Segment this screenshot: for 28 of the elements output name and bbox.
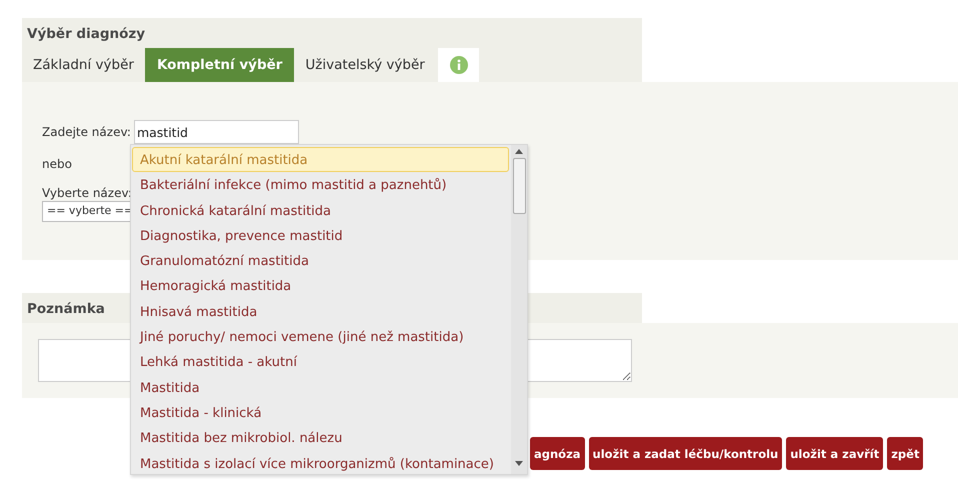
tab[interactable]: Základní výběr	[22, 48, 145, 82]
suggestion-item[interactable]: Mastitida - klinická	[132, 400, 509, 426]
tab[interactable]: Kompletní výběr	[144, 48, 294, 82]
suggestion-item[interactable]: Granulomatózní mastitida	[132, 248, 509, 274]
field-label: Zadejte název:	[42, 125, 131, 139]
suggestion-item[interactable]: Hnisavá mastitida	[132, 298, 509, 324]
scroll-down-icon[interactable]	[515, 461, 523, 466]
suggestion-item[interactable]: Lehká mastitida - akutní	[132, 349, 509, 375]
action-button[interactable]: uložit a zavřít	[786, 437, 884, 470]
scrollbar[interactable]	[511, 145, 527, 474]
panel-title: Výběr diagnózy	[22, 18, 642, 48]
suggestion-item[interactable]: Diagnostika, prevence mastitid	[132, 222, 509, 248]
suggestion-item[interactable]: Mastitida s izolací více mikroorganizmů (kontaminace)	[132, 450, 509, 474]
scroll-up-icon[interactable]	[515, 149, 523, 154]
name-field[interactable]: mastitid	[134, 120, 299, 144]
info-icon	[450, 56, 468, 74]
info-tab[interactable]	[438, 48, 479, 82]
suggestion-item[interactable]: Bakteriální infekce (mimo mastitid a paznehtů)	[132, 172, 509, 198]
scroll-thumb[interactable]	[512, 158, 526, 214]
action-button[interactable]: zpět	[887, 437, 924, 470]
tab[interactable]: Uživatelský výběr	[294, 48, 436, 82]
action-button[interactable]: agnóza	[530, 437, 585, 470]
field-label: Vyberte název:	[42, 186, 132, 200]
action-button[interactable]: uložit a zadat léčbu/kontrolu	[588, 437, 782, 470]
suggestion-item[interactable]: Jiné poruchy/ nemoci vemene (jiné než mastitida)	[132, 324, 509, 350]
suggestion-item[interactable]: Mastitida	[132, 374, 509, 400]
or-text: nebo	[42, 157, 72, 171]
suggestion-item[interactable]: Mastitida bez mikrobiol. nálezu	[132, 425, 509, 451]
